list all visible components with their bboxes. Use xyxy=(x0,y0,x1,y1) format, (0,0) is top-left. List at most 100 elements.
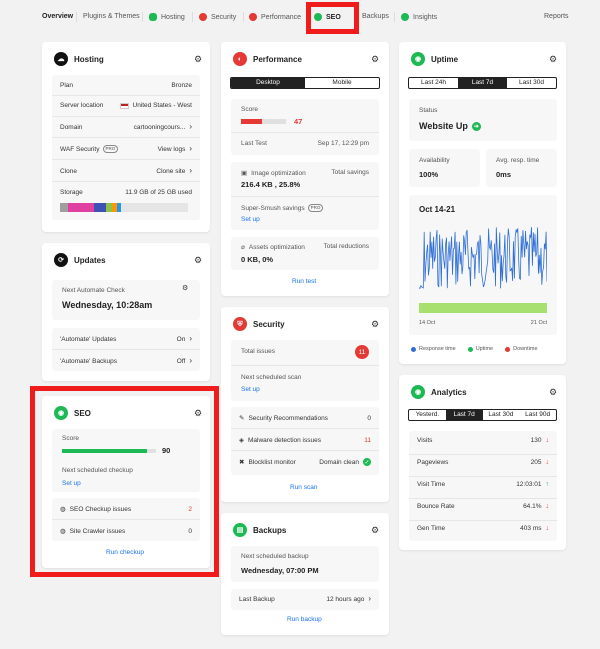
tab-last-90d[interactable]: Last 90d xyxy=(519,410,556,420)
last-backup-row[interactable]: Last Backup 12 hours ago › xyxy=(239,595,371,603)
check-circle-icon: ✓ xyxy=(363,458,371,466)
next-check-box: Next Automate Check ⚙ Wednesday, 10:28am xyxy=(52,280,200,320)
tab-last-30d[interactable]: Last 30d xyxy=(483,410,520,420)
security-details-box: ✎ Security Recommendations 0 ◈ Malware dete… xyxy=(231,407,379,475)
tab-last-30d[interactable]: Last 30d xyxy=(507,78,556,88)
response-time-line xyxy=(419,227,547,289)
gauge-icon xyxy=(249,13,257,21)
chevron-right-icon: › xyxy=(189,122,192,131)
plan-row: Plan Bronze xyxy=(60,82,192,89)
clone-row[interactable]: Clone Clone site › xyxy=(60,167,192,175)
tab-yesterday[interactable]: Yesterd. xyxy=(409,410,446,420)
smush-setup-link[interactable]: Set up xyxy=(241,216,260,223)
divider xyxy=(231,450,379,451)
storage-segment xyxy=(60,203,68,212)
tab-last-24h[interactable]: Last 24h xyxy=(409,78,458,88)
image-icon: ▣ xyxy=(241,170,248,177)
arrow-right-circle-icon: ➜ xyxy=(471,121,481,131)
security-issues-box: Total issues 11 Next scheduled scan Set … xyxy=(231,340,379,401)
assets-opt-box: ⌀ Assets optimization Total reductions 0 … xyxy=(231,237,379,270)
divider xyxy=(409,454,557,455)
divider xyxy=(52,181,200,182)
gear-icon[interactable]: ⚙ xyxy=(194,55,202,64)
analytics-row: Pageviews 205 ↓ xyxy=(417,459,549,466)
divider xyxy=(409,476,557,477)
shield-icon xyxy=(199,13,207,21)
issues-badge: 11 xyxy=(355,345,369,359)
divider xyxy=(52,137,200,138)
storage-segment xyxy=(68,203,94,212)
backups-header: ▤ Backups xyxy=(233,523,286,537)
gear-icon[interactable]: ⚙ xyxy=(549,388,557,397)
image-opt-box: ▣ Image optimization Total savings 216.4 … xyxy=(231,162,379,230)
nav-backups[interactable]: Backups xyxy=(362,13,389,20)
cloud-icon xyxy=(149,13,157,21)
scan-setup-link[interactable]: Set up xyxy=(241,386,260,393)
dot-icon xyxy=(505,346,511,352)
analytics-stats-box: Visits 130 ↓ Pageviews 205 ↓ Visit Time 12:03:0… xyxy=(409,431,557,541)
nav-insights[interactable]: Insights xyxy=(401,13,437,21)
tab-last-7d[interactable]: Last 7d xyxy=(445,410,483,420)
nav-reports[interactable]: Reports xyxy=(544,13,569,20)
run-scan-link[interactable]: Run scan xyxy=(290,484,317,491)
gear-icon[interactable]: ⚙ xyxy=(371,526,379,535)
security-card: ⛨ Security ⚙ Total issues 11 Next schedul… xyxy=(221,307,389,502)
tab-last-7d[interactable]: Last 7d xyxy=(458,78,507,88)
arrow-down-icon: ↓ xyxy=(545,437,550,444)
divider xyxy=(52,159,200,160)
shield-icon: ⛨ xyxy=(233,317,247,331)
tab-desktop[interactable]: Desktop xyxy=(231,78,305,88)
automate-backups-row[interactable]: 'Automate' Backups Off › xyxy=(60,357,192,365)
domain-row[interactable]: Domain cartooningcours... › xyxy=(60,123,192,131)
malware-row[interactable]: ◈ Malware detection issues 11 xyxy=(239,436,371,445)
paperclip-icon: ⌀ xyxy=(241,244,245,251)
legend-downtime: Downtime xyxy=(505,346,538,352)
nav-performance[interactable]: Performance xyxy=(249,13,301,21)
gear-icon[interactable]: ⚙ xyxy=(194,256,202,265)
automate-box: 'Automate' Updates On › 'Automate' Backups… xyxy=(52,328,200,371)
analytics-row: Visits 130 ↓ xyxy=(417,437,549,444)
arrow-up-icon: ↑ xyxy=(545,481,550,488)
legend-response-time: Response time xyxy=(411,346,456,352)
gear-icon[interactable]: ⚙ xyxy=(371,320,379,329)
backups-card: ▤ Backups ⚙ Next scheduled backup Wednesd… xyxy=(221,513,389,635)
nav-hosting[interactable]: Hosting xyxy=(149,13,185,21)
tab-mobile[interactable]: Mobile xyxy=(305,78,379,88)
layers-icon: ◈ xyxy=(239,437,244,444)
uptime-card: ◉ Uptime ⚙ Last 24h Last 7d Last 30d Stat… xyxy=(399,42,566,364)
uptime-range-toggle: Last 24h Last 7d Last 30d xyxy=(408,77,557,89)
waf-row[interactable]: WAF Security PRO View logs › xyxy=(60,145,192,153)
automate-updates-row[interactable]: 'Automate' Updates On › xyxy=(60,335,192,343)
analytics-icon: ◉ xyxy=(411,385,425,399)
nav-divider xyxy=(394,12,395,22)
gear-icon[interactable]: ⚙ xyxy=(549,55,557,64)
divider xyxy=(231,365,379,366)
uptime-chart-box: Oct 14-21 14 Oct 21 Oct xyxy=(409,195,557,335)
hosting-card: ☁ Hosting ⚙ Plan Bronze Server location Uni… xyxy=(42,42,210,232)
perf-score-bar xyxy=(241,119,286,124)
pro-badge: PRO xyxy=(307,204,324,212)
run-test-link[interactable]: Run test xyxy=(292,278,316,285)
uptime-band xyxy=(419,303,547,313)
security-header: ⛨ Security xyxy=(233,317,285,331)
server-row: Server location United States - West xyxy=(60,102,192,109)
nav-divider xyxy=(192,12,193,22)
nav-security[interactable]: Security xyxy=(199,13,236,21)
recommendations-row[interactable]: ✎ Security Recommendations 0 xyxy=(239,414,371,423)
legend-uptime: Uptime xyxy=(467,346,493,352)
gear-icon[interactable]: ⚙ xyxy=(371,55,379,64)
divider xyxy=(52,95,200,96)
nav-divider xyxy=(142,12,143,22)
gear-icon[interactable]: ⚙ xyxy=(182,285,188,292)
blocklist-row[interactable]: ✖ Blocklist monitor Domain clean ✓ xyxy=(239,458,371,466)
analytics-row: Gen Time 403 ms ↓ xyxy=(417,525,549,532)
last-backup-box: Last Backup 12 hours ago › xyxy=(231,589,379,610)
nav-overview[interactable]: Overview xyxy=(42,13,73,20)
storage-segment xyxy=(117,203,121,212)
run-backup-link[interactable]: Run backup xyxy=(287,616,322,623)
chevron-right-icon: › xyxy=(189,356,192,365)
analytics-header: ◉ Analytics xyxy=(411,385,467,399)
analytics-row: Visit Time 12:03:01 ↑ xyxy=(417,481,549,488)
performance-header: ◐ Performance xyxy=(233,52,302,66)
nav-plugins[interactable]: Plugins & Themes xyxy=(83,13,140,20)
